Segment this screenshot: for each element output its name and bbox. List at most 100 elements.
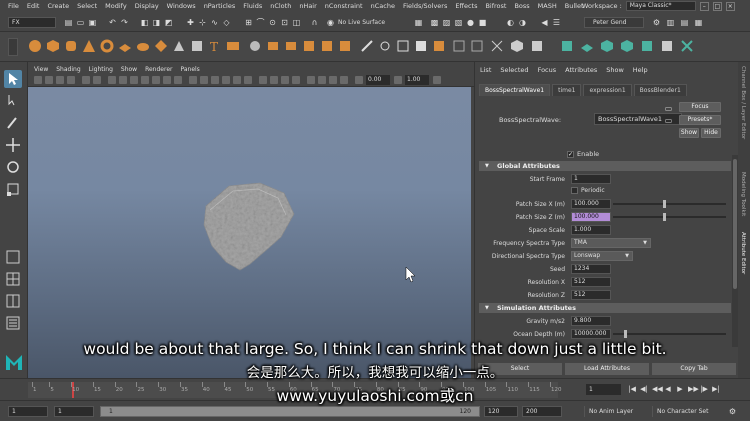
ae-tab-time1[interactable]: time1 [552, 84, 582, 96]
viewport-menu-panels[interactable]: Panels [180, 66, 199, 73]
camera-attributes-icon[interactable] [45, 76, 53, 84]
magnet-icon[interactable]: ∩ [310, 18, 319, 27]
show-button[interactable]: Show [679, 128, 699, 138]
settings-icon[interactable]: ⚙ [652, 18, 661, 27]
boolean-icon[interactable] [302, 39, 316, 53]
menu-windows[interactable]: Windows [167, 2, 196, 10]
select-tool-icon[interactable] [4, 70, 22, 88]
go-to-input-icon[interactable]: ▭ [664, 104, 673, 113]
maximize-button[interactable]: □ [712, 1, 722, 11]
arnold-icon[interactable]: ◐ [506, 18, 515, 27]
viewport-menu-shading[interactable]: Shading [56, 66, 80, 73]
render-frame-icon[interactable]: ▩ [430, 18, 439, 27]
tab-channel-box[interactable]: Channel Box / Layer Editor [740, 66, 746, 139]
snap-surface-icon[interactable]: ◫ [292, 18, 301, 27]
open-scene-icon[interactable]: ▭ [76, 18, 85, 27]
gamma-field[interactable]: 1.00 [405, 75, 429, 85]
render-view-icon[interactable]: ■ [478, 18, 487, 27]
gravity-field[interactable]: 9.800 [571, 316, 611, 326]
menu-bullet[interactable]: Bullet [565, 2, 584, 10]
mask-surfaces-icon[interactable]: ◇ [222, 18, 231, 27]
redo-icon[interactable]: ↷ [120, 18, 129, 27]
select-component-icon[interactable]: ◩ [164, 18, 173, 27]
tab-modeling-toolkit[interactable]: Modeling Toolkit [740, 172, 746, 216]
resolution-z-field[interactable]: 512 [571, 290, 611, 300]
global-attributes-header[interactable]: ▼ Global Attributes [479, 161, 731, 171]
four-view-layout-icon[interactable] [4, 270, 22, 288]
ae-menu-selected[interactable]: Selected [500, 66, 528, 74]
menu-modify[interactable]: Modify [105, 2, 127, 10]
mask-joints-icon[interactable]: ⊹ [198, 18, 207, 27]
ae-menu-show[interactable]: Show [606, 66, 624, 74]
simulation-attributes-header[interactable]: ▼ Simulation Attributes [479, 303, 731, 313]
motion-blur-icon[interactable] [270, 76, 278, 84]
poly-helix-icon[interactable] [190, 39, 204, 53]
poly-sphere-icon[interactable] [28, 39, 42, 53]
seed-field[interactable]: 1234 [571, 264, 611, 274]
menu-nhair[interactable]: nHair [299, 2, 316, 10]
resolution-gate-icon[interactable] [130, 76, 138, 84]
snap-grid-icon[interactable]: ⊞ [244, 18, 253, 27]
select-hierarchy-icon[interactable]: ◧ [140, 18, 149, 27]
boss-blender-icon[interactable] [620, 39, 634, 53]
menu-fields-solvers[interactable]: Fields/Solvers [403, 2, 447, 10]
menu-boss[interactable]: Boss [514, 2, 529, 10]
directional-spectra-type-dropdown[interactable]: Lonswap ▼ [571, 251, 633, 261]
user-account[interactable]: Peter Gend [584, 17, 644, 28]
menu-select[interactable]: Select [77, 2, 97, 10]
single-layout-icon[interactable] [4, 248, 22, 266]
menu-nparticles[interactable]: nParticles [204, 2, 236, 10]
menu-set-select[interactable]: FX [8, 17, 56, 28]
boss-tools-icon[interactable] [680, 39, 694, 53]
input-field-icon[interactable]: ◀ [540, 18, 549, 27]
patch-size-z-slider-thumb[interactable] [662, 213, 666, 221]
render-settings-icon[interactable]: ▧ [454, 18, 463, 27]
start-time-field[interactable]: 1 [8, 406, 48, 417]
select-object-icon[interactable]: ◨ [152, 18, 161, 27]
poly-plane-icon[interactable] [118, 39, 132, 53]
type-text-icon[interactable]: T [208, 39, 222, 53]
ae-scrollbar-thumb[interactable] [733, 159, 737, 289]
playback-end-field[interactable]: 120 [484, 406, 518, 417]
wireframe-icon[interactable] [189, 76, 197, 84]
grid-icon[interactable] [530, 39, 544, 53]
live-surface-label[interactable]: No Live Surface [338, 17, 410, 28]
textured-icon[interactable] [222, 76, 230, 84]
playback-start-field[interactable]: 1 [54, 406, 94, 417]
lasso-tool-icon[interactable] [4, 92, 22, 110]
resolution-x-field[interactable]: 512 [571, 277, 611, 287]
patch-size-x-slider-thumb[interactable] [662, 200, 666, 208]
frequency-spectra-type-dropdown[interactable]: TMA ▼ [571, 238, 651, 248]
outliner-layout-icon[interactable] [4, 314, 22, 332]
camera-select-icon[interactable] [34, 76, 42, 84]
safe-title-icon[interactable] [174, 76, 182, 84]
menu-nconstraint[interactable]: nConstraint [325, 2, 363, 10]
boss-ocean-icon[interactable] [560, 39, 574, 53]
playback-range-bar[interactable]: 1 120 [100, 406, 480, 417]
delete-history-icon[interactable] [470, 39, 484, 53]
xray-icon[interactable] [318, 76, 326, 84]
toggle-channelbox-icon[interactable]: ▤ [680, 18, 689, 27]
poly-cone-icon[interactable] [82, 39, 96, 53]
focus-button[interactable]: Focus [679, 102, 721, 112]
periodic-checkbox[interactable] [571, 187, 578, 194]
ocean-depth-field[interactable]: 10000.000 [571, 329, 611, 339]
multisample-icon[interactable] [281, 76, 289, 84]
ocean-depth-slider-thumb[interactable] [624, 330, 627, 338]
end-time-field[interactable]: 200 [522, 406, 562, 417]
color-management-icon[interactable] [433, 76, 441, 84]
2d-pan-zoom-icon[interactable] [82, 76, 90, 84]
viewport-menu-lighting[interactable]: Lighting [89, 66, 113, 73]
save-scene-icon[interactable]: ▣ [88, 18, 97, 27]
freeze-transform-icon[interactable] [490, 39, 504, 53]
boss-cache-icon[interactable] [640, 39, 654, 53]
toggle-tool-settings-icon[interactable]: ▦ [694, 18, 703, 27]
boss-dice-icon[interactable] [660, 39, 674, 53]
menu-mash[interactable]: MASH [538, 2, 557, 10]
menu-display[interactable]: Display [135, 2, 159, 10]
patch-size-x-field[interactable]: 100.000 [571, 199, 611, 209]
move-tool-icon[interactable] [4, 136, 22, 154]
mask-handles-icon[interactable]: ✚ [186, 18, 195, 27]
ae-menu-help[interactable]: Help [633, 66, 648, 74]
poly-platonic-icon[interactable] [154, 39, 168, 53]
